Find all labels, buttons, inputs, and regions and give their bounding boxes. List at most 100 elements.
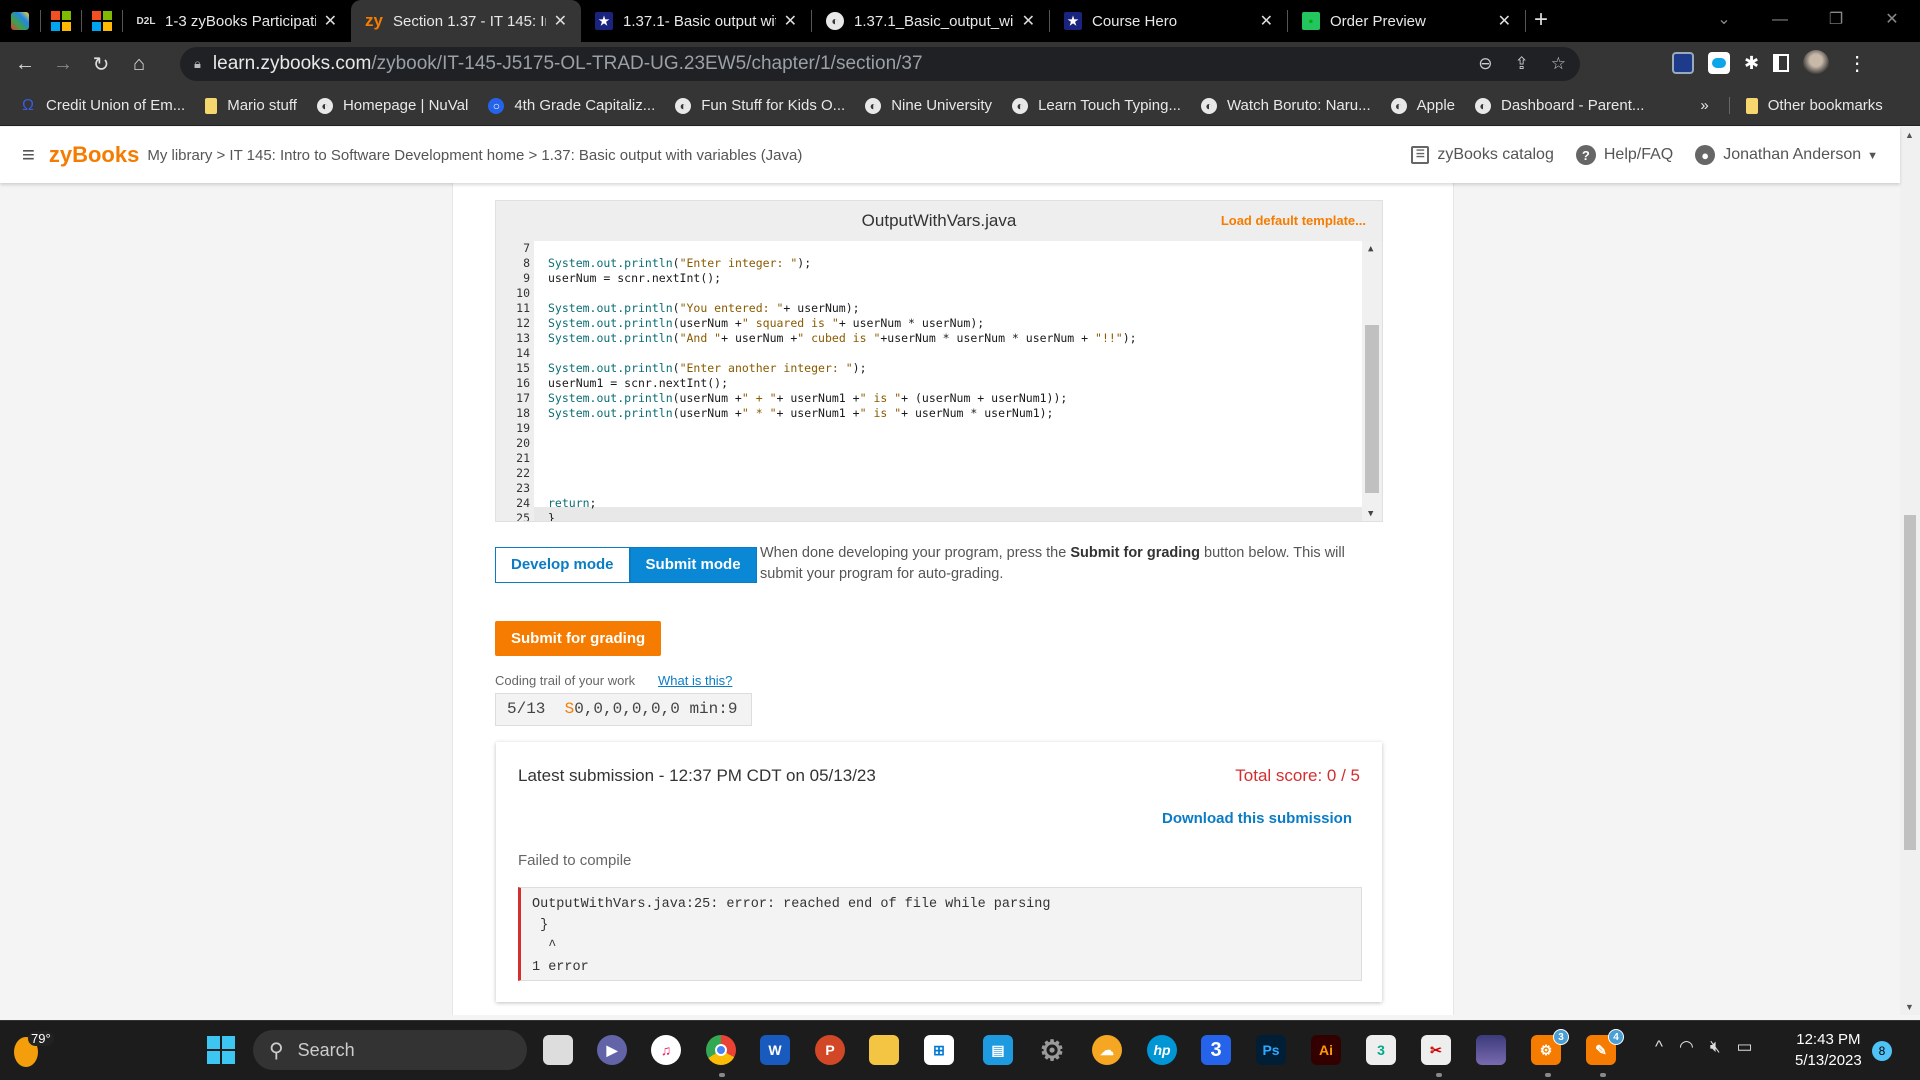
bookmark-dashboard-parent[interactable]: ◐ Dashboard - Parent...: [1475, 97, 1644, 114]
code-line[interactable]: System.out.println("Enter another intege…: [548, 361, 867, 375]
close-window-icon[interactable]: ✕: [1864, 0, 1920, 42]
word-icon[interactable]: W: [760, 1035, 790, 1065]
back-icon[interactable]: ←: [6, 53, 44, 76]
bookmark-fun-stuff[interactable]: ◐ Fun Stuff for Kids O...: [675, 97, 845, 114]
weather-app-icon[interactable]: ☁: [1092, 1035, 1122, 1065]
show-hidden-icons-icon[interactable]: ^: [1655, 1037, 1663, 1057]
pinned-tab-app[interactable]: [0, 0, 40, 42]
cloud-extension-icon[interactable]: [1708, 52, 1730, 74]
develop-mode-button[interactable]: Develop mode: [495, 547, 630, 583]
code-line[interactable]: }: [548, 511, 555, 521]
share-icon[interactable]: ⇪: [1515, 54, 1529, 74]
new-tab-button[interactable]: +: [1534, 6, 1548, 34]
bookmark-nine-university[interactable]: ◐ Nine University: [865, 97, 992, 114]
browser-menu-icon[interactable]: ⋮: [1847, 51, 1867, 76]
close-tab-icon[interactable]: ✕: [324, 11, 337, 31]
side-panel-icon[interactable]: [1773, 54, 1790, 72]
pinned-tab-microsoft-1[interactable]: [41, 0, 81, 42]
powerpoint-icon[interactable]: P: [815, 1035, 845, 1065]
tab-basic-output[interactable]: ★ 1.37.1- Basic output wit ✕: [581, 0, 811, 42]
task-view-icon[interactable]: [543, 1035, 573, 1065]
code-area[interactable]: ▲ ▼ 7 8 System.out.println("Enter integer:…: [496, 241, 1382, 521]
catalog-link[interactable]: ☰ zyBooks catalog: [1411, 145, 1554, 164]
settings-gear-icon[interactable]: ⚙: [1037, 1035, 1067, 1066]
menu-icon[interactable]: ≡: [22, 142, 35, 168]
code-line[interactable]: System.out.println(userNum +" + "+ userN…: [548, 391, 1067, 405]
help-link[interactable]: ? Help/FAQ: [1575, 145, 1673, 165]
other-bookmarks[interactable]: Other bookmarks: [1728, 97, 1883, 114]
page-scroll-thumb[interactable]: [1904, 515, 1916, 850]
code-line[interactable]: System.out.println(userNum +" * "+ userN…: [548, 406, 1053, 420]
bookmarks-overflow-button[interactable]: »: [1700, 97, 1708, 114]
home-icon[interactable]: ⌂: [120, 53, 158, 76]
code-line[interactable]: System.out.println("You entered: "+ user…: [548, 301, 860, 315]
close-tab-icon[interactable]: ✕: [784, 11, 797, 31]
profile-avatar[interactable]: [1803, 50, 1830, 76]
tab-search-icon[interactable]: ⌄: [1696, 0, 1752, 42]
battery-icon[interactable]: ▭: [1737, 1037, 1753, 1057]
submit-for-grading-button[interactable]: Submit for grading: [495, 621, 662, 656]
tab-order-preview[interactable]: ▪ Order Preview ✕: [1288, 0, 1525, 42]
scroll-up-icon[interactable]: ▲: [1905, 130, 1914, 140]
scroll-up-icon[interactable]: ▲: [1368, 244, 1373, 254]
reader-extension-icon[interactable]: [1672, 52, 1694, 74]
bookmark-touch-typing[interactable]: ◐ Learn Touch Typing...: [1012, 97, 1181, 114]
teams-chat-icon[interactable]: ▶: [597, 1035, 627, 1065]
tab-zybooks-section[interactable]: zy Section 1.37 - IT 145: Int ✕: [351, 0, 581, 42]
editor-scrollbar[interactable]: ▲ ▼: [1362, 241, 1382, 521]
code-line[interactable]: System.out.println("Enter integer: ");: [548, 256, 811, 270]
bookmark-mario-stuff[interactable]: Mario stuff: [205, 97, 297, 114]
illustrator-icon[interactable]: Ai: [1311, 1035, 1341, 1065]
three-app-icon[interactable]: 3: [1201, 1035, 1231, 1065]
taskbar-search[interactable]: ⚲ Search: [253, 1030, 527, 1070]
code-line[interactable]: userNum1 = scnr.nextInt();: [548, 376, 728, 390]
photoshop-icon[interactable]: Ps: [1256, 1035, 1286, 1065]
file-explorer-icon[interactable]: [869, 1035, 899, 1065]
printer-app-icon[interactable]: ▤: [983, 1035, 1013, 1065]
chrome-icon[interactable]: [706, 1035, 736, 1065]
pinned-tab-microsoft-2[interactable]: [82, 0, 122, 42]
orange-app-icon[interactable]: ⚙ 3: [1531, 1029, 1569, 1065]
code-line[interactable]: return;: [548, 496, 596, 510]
start-button[interactable]: [206, 1035, 236, 1065]
itunes-icon[interactable]: ♫: [651, 1035, 681, 1065]
scroll-down-icon[interactable]: ▼: [1368, 509, 1373, 519]
code-line[interactable]: userNum = scnr.nextInt();: [548, 271, 721, 285]
tab-d2l[interactable]: D2L 1-3 zyBooks Participatio ✕: [123, 0, 351, 42]
bookmark-apple[interactable]: ◐ Apple: [1390, 97, 1455, 114]
load-default-template-link[interactable]: Load default template...: [1221, 213, 1366, 228]
bookmark-star-icon[interactable]: ☆: [1551, 54, 1566, 74]
user-menu[interactable]: ● Jonathan Anderson ▼: [1695, 145, 1878, 165]
scroll-down-icon[interactable]: ▼: [1905, 1002, 1914, 1012]
clock[interactable]: 12:43 PM 5/13/2023: [1795, 1029, 1862, 1071]
bookmark-credit-union[interactable]: Ω Credit Union of Em...: [20, 97, 185, 115]
breadcrumb[interactable]: My library > IT 145: Intro to Software D…: [147, 147, 802, 164]
code-line[interactable]: System.out.println("And "+ userNum +" cu…: [548, 331, 1137, 345]
hp-icon[interactable]: hp: [1147, 1035, 1177, 1065]
close-tab-icon[interactable]: ✕: [554, 11, 567, 31]
page-scrollbar[interactable]: ▲ ▼: [1900, 127, 1920, 1015]
snipping-tool-icon[interactable]: ✂: [1421, 1035, 1451, 1065]
address-bar[interactable]: 🔒︎ learn.zybooks.com/zybook/IT-145-J5175…: [180, 47, 1580, 81]
volume-muted-icon[interactable]: 🔇︎: [1710, 1037, 1721, 1057]
close-tab-icon[interactable]: ✕: [1498, 11, 1511, 31]
editor-scroll-thumb[interactable]: [1365, 325, 1379, 493]
submit-mode-button[interactable]: Submit mode: [629, 547, 757, 583]
restore-icon[interactable]: ❐: [1808, 0, 1864, 42]
bookmark-boruto[interactable]: ◐ Watch Boruto: Naru...: [1200, 97, 1371, 114]
code-line[interactable]: System.out.println(userNum +" squared is…: [548, 316, 984, 330]
bookmark-nuval[interactable]: ◐ Homepage | NuVal: [316, 97, 468, 114]
notification-badge[interactable]: 8: [1872, 1041, 1892, 1061]
puzzle-extensions-icon[interactable]: ✱: [1744, 53, 1759, 74]
close-tab-icon[interactable]: ✕: [1022, 11, 1035, 31]
forward-icon[interactable]: →: [44, 53, 82, 76]
tab-basic-output-doc[interactable]: ◐ 1.37.1_Basic_output_wi ✕: [812, 0, 1049, 42]
zybooks-logo[interactable]: zyBooks: [49, 142, 139, 168]
what-is-this-link[interactable]: What is this?: [658, 673, 732, 688]
bookmark-4th-grade[interactable]: ○ 4th Grade Capitaliz...: [488, 97, 655, 114]
minimize-icon[interactable]: —: [1752, 0, 1808, 42]
orange-app-2-icon[interactable]: ✎ 4: [1586, 1029, 1624, 1065]
zoom-icon[interactable]: ⊖: [1478, 54, 1492, 74]
wifi-icon[interactable]: ◠: [1679, 1037, 1694, 1057]
download-submission-link[interactable]: Download this submission: [1162, 810, 1352, 827]
